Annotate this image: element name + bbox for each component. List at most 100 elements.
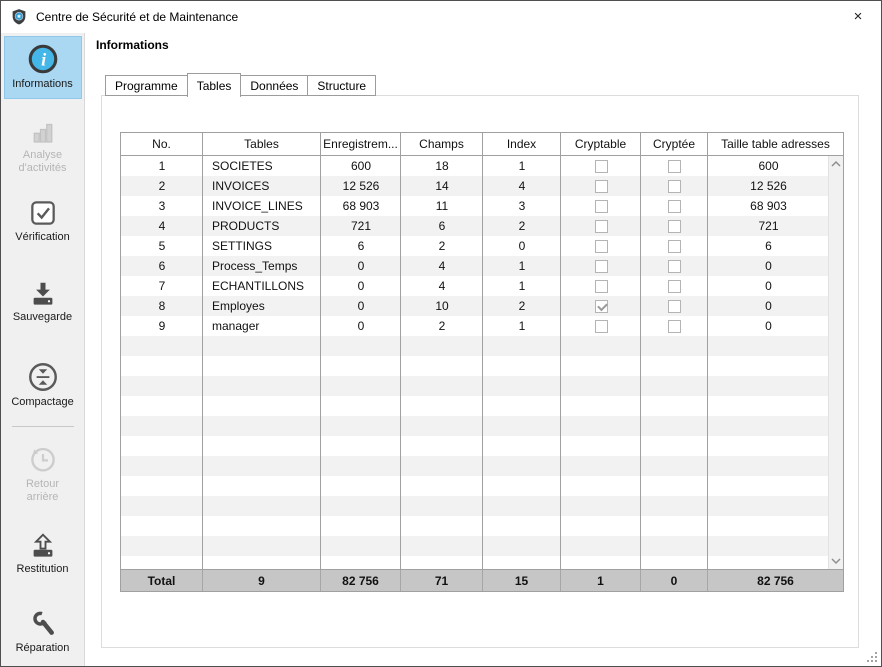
cryptee-checkbox	[641, 236, 708, 256]
cell-index: 2	[483, 216, 561, 236]
table-row[interactable]: 7ECHANTILLONS0410	[121, 276, 843, 296]
sidebar-item-restitution[interactable]: Restitution	[4, 525, 82, 584]
checkbox-icon	[595, 280, 608, 293]
vertical-scrollbar[interactable]	[828, 156, 843, 569]
total-label: Total	[121, 570, 203, 591]
window-title: Centre de Sécurité et de Maintenance	[36, 10, 238, 24]
table-row[interactable]: 3INVOICE_LINES68 90311368 903	[121, 196, 843, 216]
column-header-no[interactable]: No.	[121, 133, 203, 155]
cell-size: 68 903	[708, 196, 829, 216]
cell-fields: 14	[401, 176, 483, 196]
cell-no: 6	[121, 256, 203, 276]
restore-up-icon	[27, 531, 59, 561]
check-square-icon	[27, 197, 59, 229]
table-rows: 1SOCIETES6001816002INVOICES12 52614412 5…	[121, 156, 843, 336]
cell-records: 721	[321, 216, 401, 236]
cell-table-name: manager	[203, 316, 321, 336]
scroll-up-icon[interactable]	[830, 160, 842, 168]
cryptable-checkbox	[561, 256, 641, 276]
cell-fields: 11	[401, 196, 483, 216]
tab-programme[interactable]: Programme	[105, 75, 188, 96]
column-header-records[interactable]: Enregistrem...	[321, 133, 401, 155]
cell-table-name: PRODUCTS	[203, 216, 321, 236]
sidebar-item-verification[interactable]: Vérification	[4, 191, 82, 252]
table-row[interactable]: 4PRODUCTS72162721	[121, 216, 843, 236]
wrench-icon	[27, 608, 59, 640]
checkbox-icon	[595, 180, 608, 193]
total-cryptee: 0	[641, 570, 708, 591]
cell-fields: 2	[401, 236, 483, 256]
cell-records: 0	[321, 256, 401, 276]
cryptee-checkbox	[641, 196, 708, 216]
checkbox-icon	[668, 160, 681, 173]
tab-donnees[interactable]: Données	[240, 75, 308, 96]
cell-table-name: Process_Temps	[203, 256, 321, 276]
cell-records: 0	[321, 276, 401, 296]
cell-table-name: INVOICE_LINES	[203, 196, 321, 216]
checkbox-checked-icon	[595, 300, 608, 313]
cell-index: 4	[483, 176, 561, 196]
cell-records: 0	[321, 296, 401, 316]
checkbox-icon	[668, 280, 681, 293]
cryptee-checkbox	[641, 176, 708, 196]
column-header-taille[interactable]: Taille table adresses	[708, 133, 843, 155]
cryptee-checkbox	[641, 256, 708, 276]
cell-table-name: Employes	[203, 296, 321, 316]
table-row[interactable]: 8Employes01020	[121, 296, 843, 316]
tab-tables[interactable]: Tables	[187, 73, 242, 97]
cell-size: 600	[708, 156, 829, 176]
cell-index: 1	[483, 156, 561, 176]
shield-app-icon	[10, 8, 28, 26]
cell-size: 0	[708, 276, 829, 296]
sidebar-item-informations[interactable]: i Informations	[4, 36, 82, 99]
cryptable-checkbox	[561, 156, 641, 176]
checkbox-icon	[668, 220, 681, 233]
sidebar-item-compactage[interactable]: Compactage	[4, 354, 82, 417]
scroll-down-icon[interactable]	[830, 557, 842, 565]
cell-no: 2	[121, 176, 203, 196]
sidebar-divider	[12, 426, 74, 427]
cell-records: 6	[321, 236, 401, 256]
cryptee-checkbox	[641, 296, 708, 316]
table-row[interactable]: 5SETTINGS6206	[121, 236, 843, 256]
cryptable-checkbox	[561, 316, 641, 336]
total-index: 15	[483, 570, 561, 591]
sidebar-item-sauvegarde[interactable]: Sauvegarde	[4, 273, 82, 332]
column-header-champs[interactable]: Champs	[401, 133, 483, 155]
total-row: Total 9 82 756 71 15 1 0 82 756	[121, 570, 843, 591]
checkbox-icon	[668, 180, 681, 193]
svg-text:i: i	[41, 49, 47, 69]
tab-structure[interactable]: Structure	[307, 75, 376, 96]
activity-bars-icon	[27, 117, 59, 147]
cell-table-name: INVOICES	[203, 176, 321, 196]
cryptee-checkbox	[641, 156, 708, 176]
cryptable-checkbox	[561, 236, 641, 256]
checkbox-icon	[668, 300, 681, 313]
cell-records: 68 903	[321, 196, 401, 216]
sidebar-item-reparation[interactable]: Réparation	[4, 602, 82, 663]
cell-size: 0	[708, 296, 829, 316]
cryptable-checkbox	[561, 196, 641, 216]
cell-table-name: ECHANTILLONS	[203, 276, 321, 296]
cryptable-checkbox	[561, 176, 641, 196]
cell-records: 0	[321, 316, 401, 336]
column-header-cryptee[interactable]: Cryptée	[641, 133, 708, 155]
history-clock-icon	[26, 442, 60, 476]
table-header: No. Tables Enregistrem... Champs Index C…	[121, 133, 843, 156]
table-row[interactable]: 1SOCIETES600181600	[121, 156, 843, 176]
cell-fields: 18	[401, 156, 483, 176]
table-row[interactable]: 9manager0210	[121, 316, 843, 336]
resize-grip[interactable]	[867, 652, 877, 662]
table-row[interactable]: 2INVOICES12 52614412 526	[121, 176, 843, 196]
cell-records: 12 526	[321, 176, 401, 196]
total-cryptable: 1	[561, 570, 641, 591]
close-button[interactable]: ×	[835, 1, 881, 32]
column-header-index[interactable]: Index	[483, 133, 561, 155]
column-header-tables[interactable]: Tables	[203, 133, 321, 155]
column-header-cryptable[interactable]: Cryptable	[561, 133, 641, 155]
title-bar: Centre de Sécurité et de Maintenance ×	[1, 1, 881, 33]
sidebar: i Informations Analyse d'activités	[1, 33, 85, 666]
checkbox-icon	[668, 320, 681, 333]
cell-index: 2	[483, 296, 561, 316]
table-row[interactable]: 6Process_Temps0410	[121, 256, 843, 276]
